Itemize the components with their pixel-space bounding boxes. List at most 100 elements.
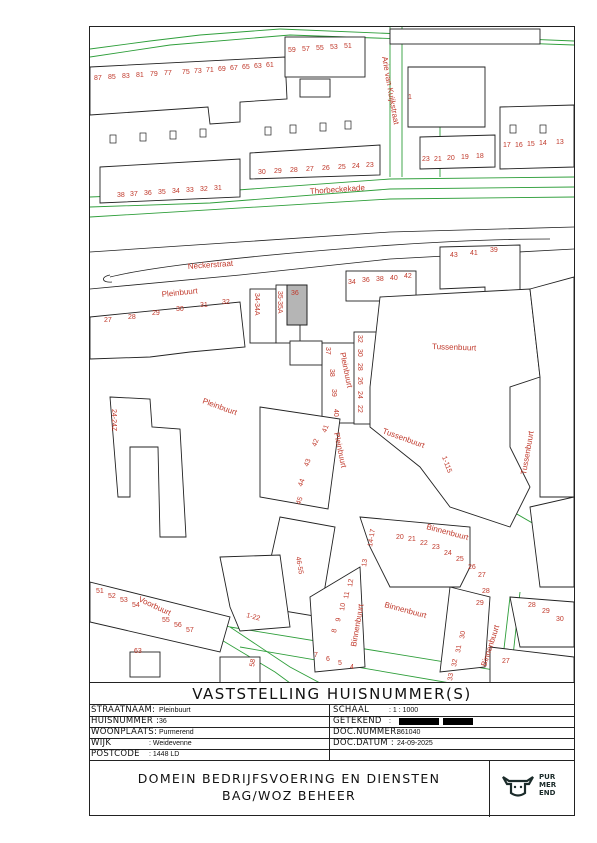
hn-binnen-top-5: 23	[432, 544, 440, 551]
building-outlines	[90, 28, 574, 683]
hn-plein-vert-3: 40	[332, 409, 339, 417]
hn-top-left-13: 61	[266, 62, 274, 69]
cadastral-map: 87 85 83 81 79 77 75 73 71 69 67 65 63 6…	[90, 27, 574, 683]
title-divider	[89, 760, 575, 761]
hn-binnen-top-7: 25	[456, 556, 464, 563]
hn-necker-3: 40	[390, 275, 398, 282]
hn-tussen-vert-0: 32	[356, 335, 363, 343]
hn-thorbecke-3: 35	[158, 189, 166, 196]
hn-far-right-2: 30	[556, 616, 564, 623]
hn-thorbecke-6: 32	[200, 186, 208, 193]
hn-necker-5: 43	[450, 252, 458, 259]
hn-top-right-2: 20	[447, 155, 455, 162]
street-plein-1: Pleinbuurt	[161, 286, 199, 299]
hn-plein-1: 28	[128, 314, 136, 321]
street-necker: Neckerstraat	[188, 259, 235, 271]
title-divider-vertical	[329, 705, 330, 760]
hn-plein-0: 27	[104, 317, 112, 324]
straatnaam-value: Pleinbuurt	[159, 707, 191, 714]
hn-voor-1: 52	[108, 593, 116, 600]
hn-top-left-11: 65	[242, 64, 250, 71]
hn-top-right-4: 18	[476, 153, 484, 160]
hn-thorbecke-10: 28	[290, 167, 298, 174]
wijk-value: : Weidevenne	[149, 740, 192, 747]
hn-plein-center-1: 35-35A	[276, 291, 283, 314]
hn-binnen-top-4: 22	[420, 540, 428, 547]
straatnaam-label: STRAATNAAM:	[91, 705, 156, 715]
woonplaats-label: WOONPLAATS:	[91, 727, 158, 737]
hn-top-left-18: 51	[344, 43, 352, 50]
title-block: VASTSTELLING HUISNUMMER(S) STRAATNAAM: P…	[89, 682, 575, 817]
hn-top-right-1: 21	[434, 156, 442, 163]
hn-necker-0: 34	[348, 279, 356, 286]
logo-text-line-2: MER	[539, 781, 557, 789]
org-line-2: BAG/WOZ BEHEER	[221, 788, 357, 803]
hn-binnen-top-2: 20	[396, 534, 404, 541]
hn-top-left-1: 85	[108, 74, 116, 81]
hn-binnen-top-11: 29	[476, 600, 484, 607]
hn-plein-center-0: 34-34A	[253, 293, 260, 316]
hn-binnen-west-8: 4	[350, 664, 354, 671]
hn-tussen-vert-3: 26	[356, 377, 363, 385]
street-binnen-3: Binnenbuurt	[383, 600, 428, 620]
map-drawing: 87 85 83 81 79 77 75 73 71 69 67 65 63 6…	[90, 27, 574, 683]
huisnummer-value: 36	[159, 718, 167, 725]
hn-tussen-vert-4: 24	[356, 391, 363, 399]
hn-far-right-1: 29	[542, 608, 550, 615]
hn-thorbecke-12: 26	[322, 165, 330, 172]
hn-thorbecke-15: 23	[366, 162, 374, 169]
hn-top-left-17: 53	[330, 44, 338, 51]
hn-thorbecke-11: 27	[306, 166, 314, 173]
hn-binnen-top-8: 26	[468, 564, 476, 571]
schaal-label: SCHAAL	[333, 705, 370, 715]
hn-binnen-east-0: 30	[459, 630, 467, 639]
hn-top-left-3: 81	[136, 72, 144, 79]
woonplaats-value: Purmerend	[159, 729, 194, 736]
hn-top-left-7: 73	[194, 68, 202, 75]
hn-binnen-top-1: 13	[361, 558, 369, 567]
hn-misc-5: 58	[249, 658, 257, 667]
hn-top-left-0: 87	[94, 75, 102, 82]
hn-voor-5: 56	[174, 622, 182, 629]
docnummer-label: DOC.NUMMER:	[333, 727, 400, 737]
hn-top-right-6: 16	[515, 142, 523, 149]
getekend-separator: :	[389, 718, 391, 725]
hn-binnen-east-2: 32	[451, 658, 459, 667]
hn-voor-0: 51	[96, 588, 104, 595]
hn-binnen-west-7: 5	[338, 660, 342, 667]
hn-binnen-top-3: 21	[408, 536, 416, 543]
hn-misc-1: 24-24Z	[110, 409, 117, 432]
hn-thorbecke-5: 33	[186, 187, 194, 194]
postcode-label: POSTCODE	[91, 749, 140, 759]
hn-binnen-top-6: 24	[444, 550, 452, 557]
redacted-name	[399, 718, 439, 725]
hn-plein-center-2: 36	[291, 290, 299, 297]
docdatum-label: DOC.DATUM :	[333, 738, 395, 748]
hn-thorbecke-14: 24	[352, 163, 360, 170]
hn-thorbecke-8: 30	[258, 169, 266, 176]
hn-top-right-0: 23	[422, 156, 430, 163]
hn-necker-4: 42	[404, 273, 412, 280]
street-thorbecke: Thorbeckekade	[310, 183, 366, 196]
hn-necker-7: 39	[490, 247, 498, 254]
hn-misc-0: 1	[408, 94, 412, 101]
docnummer-value: 861040	[397, 729, 421, 736]
postcode-value: : 1448 LD	[149, 751, 180, 758]
hn-plein-vert-0: 37	[324, 347, 331, 355]
hn-top-right-5: 17	[503, 142, 511, 149]
hn-thorbecke-9: 29	[274, 168, 282, 175]
hn-binnen-top-10: 28	[482, 588, 490, 595]
purmerend-cow-logo-icon	[502, 776, 534, 797]
hn-top-left-10: 67	[230, 65, 238, 72]
wijk-label: WIJK	[91, 738, 112, 748]
hn-top-right-7: 15	[527, 141, 535, 148]
hn-thorbecke-13: 25	[338, 164, 346, 171]
hn-voor-4: 55	[162, 617, 170, 624]
hn-top-left-14: 59	[288, 47, 296, 54]
street-tussen-3: Tussenbuurt	[519, 430, 536, 476]
hn-top-left-4: 79	[150, 71, 158, 78]
hn-tussen-vert-2: 28	[356, 363, 363, 371]
hn-plein-2: 29	[152, 310, 160, 317]
hn-tussen-vert-5: 22	[356, 405, 363, 413]
hn-top-left-16: 55	[316, 45, 324, 52]
